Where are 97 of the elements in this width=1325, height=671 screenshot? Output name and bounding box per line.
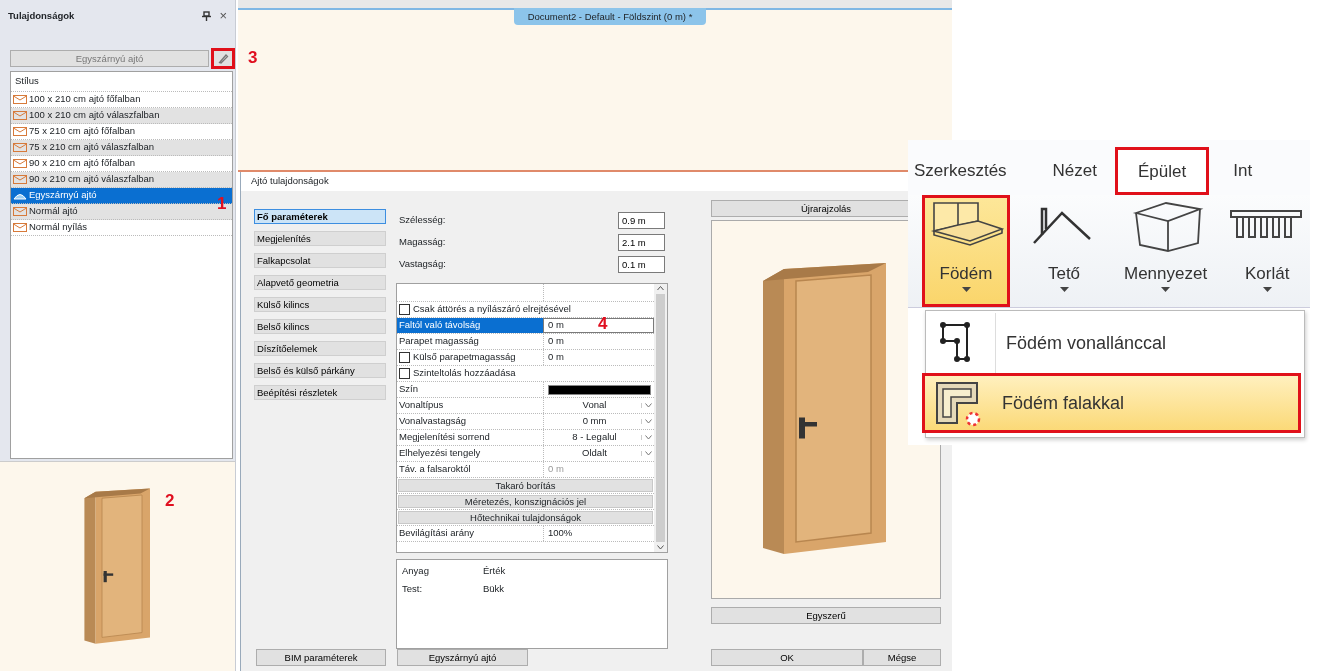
chevron-down-icon — [644, 435, 652, 440]
section-button[interactable]: Takaró borítás — [398, 479, 653, 492]
property-label: Szín — [399, 382, 418, 397]
door-style-icon — [13, 207, 27, 216]
door-style-icon — [13, 143, 27, 152]
chevron-down-icon — [644, 419, 652, 424]
type-button[interactable]: Egyszárnyú ajtó — [397, 649, 528, 666]
door-style-icon — [13, 159, 27, 168]
property-value: 0 m — [548, 318, 564, 333]
style-list-item[interactable]: Normál nyílás — [11, 220, 232, 236]
style-list-item[interactable]: 100 x 210 cm ajtó válaszfalban — [11, 108, 232, 124]
property-value: 0 m — [548, 350, 564, 365]
input-field[interactable]: 0.9 m — [618, 211, 665, 229]
property-value: 0 mm — [581, 414, 608, 429]
ok-button[interactable]: OK — [711, 649, 863, 666]
property-label: Faltól való távolság — [399, 318, 481, 333]
ribbon-tool-button[interactable]: Födém — [922, 195, 1010, 307]
callout-number: 4 — [598, 315, 608, 332]
column-header: Érték — [483, 564, 506, 578]
document-tab[interactable]: Document2 - Default - Földszint (0 m) * — [513, 8, 707, 25]
arch-icon — [13, 191, 27, 200]
panel-title: Tulajdonságok — [8, 8, 76, 23]
edit-button[interactable] — [211, 48, 235, 69]
ribbon-tab[interactable]: Nézet — [1040, 147, 1109, 195]
scroll-up-icon — [657, 286, 664, 291]
callout-number: 3 — [248, 49, 258, 66]
property-label: Vonaltípus — [399, 398, 444, 413]
nav-button[interactable]: Belső és külső párkány — [254, 363, 386, 378]
property-label: Elhelyezési tengely — [399, 446, 481, 461]
property-label: Külső parapetmagasság — [413, 350, 516, 365]
menu-item[interactable]: Födém falakkal — [922, 373, 1301, 433]
table-cell: Bükk — [483, 582, 505, 597]
section-button[interactable]: Méretezés, konszignációs jel — [398, 495, 653, 508]
caret-icon — [961, 286, 971, 292]
section-button[interactable]: Hőtechnikai tulajdonságok — [398, 511, 653, 524]
checkbox[interactable] — [399, 368, 410, 379]
nav-button[interactable]: Díszítőelemek — [254, 341, 386, 356]
property-label: Megjelenítési sorrend — [399, 430, 490, 445]
style-list-item[interactable]: 90 x 210 cm ajtó válaszfalban — [11, 172, 232, 188]
pencil-icon — [217, 53, 229, 64]
property-value: 8 - Legalul — [571, 430, 618, 445]
field-label: Szélesség: — [399, 212, 446, 227]
input-field[interactable]: 2.1 m — [618, 233, 665, 251]
nav-button[interactable]: Megjelenítés — [254, 231, 386, 246]
wall-outline-icon — [933, 379, 981, 427]
nav-button[interactable]: Külső kilincs — [254, 297, 386, 312]
door-style-icon — [13, 127, 27, 136]
nav-button[interactable]: Beépítési részletek — [254, 385, 386, 400]
caret-icon — [1059, 286, 1069, 292]
callout-number: 2 — [165, 492, 175, 509]
nav-button[interactable]: Alapvető geometria — [254, 275, 386, 290]
ribbon-tool-button[interactable]: Tető — [1020, 195, 1108, 307]
property-label: Parapet magasság — [399, 334, 479, 349]
pin-icon — [202, 11, 212, 21]
style-list-item[interactable]: 75 x 210 cm ajtó válaszfalban — [11, 140, 232, 156]
property-value: 0 m — [548, 334, 564, 349]
scroll-down-icon — [657, 545, 664, 550]
checkbox[interactable] — [399, 352, 410, 363]
nav-button[interactable]: Falkapcsolat — [254, 253, 386, 268]
property-value: Vonal — [581, 398, 608, 413]
dialog-title: Ajtó tulajdonságok — [251, 174, 329, 189]
door-style-icon — [13, 111, 27, 120]
door-style-icon — [13, 175, 27, 184]
bim-button[interactable]: BIM paraméterek — [256, 649, 386, 666]
property-value: 100% — [548, 526, 573, 541]
property-label: Vonalvastagság — [399, 414, 467, 429]
column-header: Anyag — [402, 564, 430, 578]
close-button[interactable]: × — [219, 6, 227, 26]
ribbon-tab[interactable]: Épület — [1115, 147, 1210, 195]
ribbon-tool-button[interactable]: Mennyezet — [1118, 195, 1214, 307]
property-label: Táv. a falsaroktól — [399, 462, 471, 477]
caret-icon — [1161, 286, 1171, 292]
caret-icon — [1262, 286, 1272, 292]
property-label: Szinteltolás hozzáadása — [413, 366, 516, 381]
property-label: Bevilágítási arány — [399, 526, 474, 541]
column-header: Stílus — [11, 72, 232, 92]
cancel-button[interactable]: Mégse — [863, 649, 941, 666]
chevron-down-icon — [644, 403, 652, 408]
property-value: Oldalt — [581, 446, 608, 461]
nav-button[interactable]: Belső kilincs — [254, 319, 386, 334]
scrollbar-thumb[interactable] — [656, 294, 665, 542]
ribbon-tab[interactable]: Szerkesztés — [908, 147, 1019, 195]
field-label: Magasság: — [399, 234, 446, 249]
door-style-icon — [13, 95, 27, 104]
nav-button[interactable]: Fő paraméterek — [254, 209, 386, 224]
property-value: 0 m — [548, 462, 564, 477]
view-mode-button[interactable]: Egyszerű — [711, 607, 941, 624]
ribbon-tool-button[interactable]: Korlát — [1223, 195, 1310, 307]
checkbox[interactable] — [399, 304, 410, 315]
input-field[interactable]: 0.1 m — [618, 255, 665, 273]
door-style-icon — [13, 223, 27, 232]
property-label: Csak áttörés a nyílászáró elrejtésével — [413, 302, 571, 317]
style-button[interactable]: Egyszárnyú ajtó — [10, 50, 210, 67]
chevron-down-icon — [644, 451, 652, 456]
table-cell-text: Test: — [402, 582, 424, 597]
ribbon-tab[interactable]: Int — [1221, 147, 1265, 195]
field-label: Vastagság: — [399, 256, 446, 271]
